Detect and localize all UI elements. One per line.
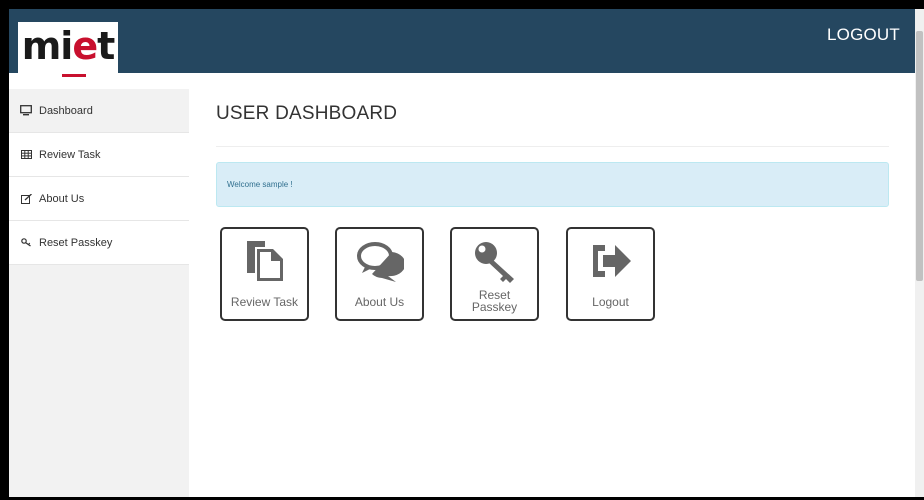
sidebar: Dashboard Review Task About Us Reset Pas… <box>9 89 189 497</box>
scrollbar-thumb[interactable] <box>916 31 923 281</box>
divider <box>216 146 889 147</box>
key-icon <box>472 239 518 283</box>
logout-tile[interactable]: Logout <box>566 227 655 321</box>
main-content: USER DASHBOARD Welcome sample ! Review T… <box>209 73 897 497</box>
about-us-tile[interactable]: About Us <box>335 227 424 321</box>
tile-label: Review Task <box>230 295 299 309</box>
key-icon <box>19 238 33 247</box>
sidebar-item-about-us[interactable]: About Us <box>9 177 189 221</box>
tile-label: Reset Passkey <box>471 288 518 314</box>
app-window: LOGOUT miet Dashboard Review Task About … <box>9 9 915 497</box>
page-title: USER DASHBOARD <box>216 103 398 124</box>
miet-logo[interactable]: miet <box>18 22 118 80</box>
sidebar-item-dashboard[interactable]: Dashboard <box>9 89 189 133</box>
documents-icon <box>245 239 285 283</box>
edit-icon <box>19 193 33 204</box>
sidebar-item-label: Reset Passkey <box>39 236 113 249</box>
table-icon <box>19 150 33 159</box>
sidebar-item-label: About Us <box>39 192 85 205</box>
sidebar-item-reset-passkey[interactable]: Reset Passkey <box>9 221 189 265</box>
tile-label: Logout <box>592 295 629 309</box>
reset-passkey-tile[interactable]: Reset Passkey <box>450 227 539 321</box>
review-task-tile[interactable]: Review Task <box>220 227 309 321</box>
monitor-icon <box>19 105 33 116</box>
sidebar-item-review-task[interactable]: Review Task <box>9 133 189 177</box>
sidebar-item-label: Review Task <box>39 148 101 161</box>
top-navbar: LOGOUT <box>9 9 915 73</box>
logo-underline <box>62 74 86 77</box>
welcome-alert: Welcome sample ! <box>216 162 889 207</box>
comments-icon <box>356 239 404 283</box>
logout-link[interactable]: LOGOUT <box>827 25 900 45</box>
logo-text: miet <box>21 24 116 68</box>
sidebar-item-label: Dashboard <box>39 104 93 117</box>
sign-out-icon <box>589 239 633 283</box>
page-scrollbar[interactable] <box>915 9 924 497</box>
tile-label: About Us <box>354 295 405 309</box>
